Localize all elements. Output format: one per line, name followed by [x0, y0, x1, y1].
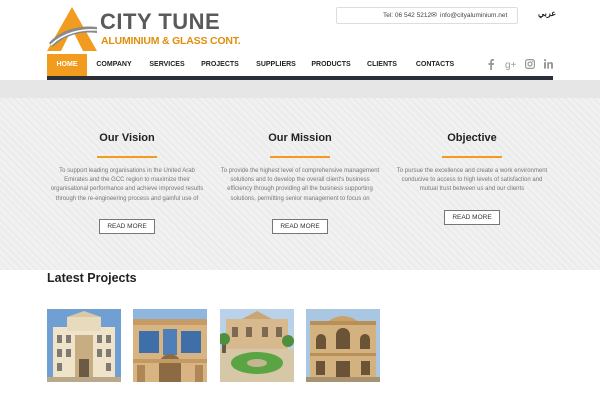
project-thumbnail[interactable]	[306, 309, 380, 382]
mission-column: Our Mission To provide the highest level…	[220, 132, 380, 234]
brand-name: CITY TUNE	[100, 9, 221, 34]
mission-title: Our Mission	[268, 132, 332, 144]
project-thumbnail[interactable]	[47, 309, 121, 382]
project-thumbnail[interactable]	[133, 309, 207, 382]
arabic-language-link[interactable]: عربي	[538, 9, 556, 18]
instagram-icon[interactable]	[525, 59, 536, 72]
mission-divider	[270, 156, 330, 158]
objective-column: Objective To pursue the excellence and c…	[392, 132, 552, 225]
facebook-icon[interactable]	[487, 59, 495, 73]
main-nav: HOME COMPANY SERVICES PROJECTS SUPPLIERS…	[47, 54, 553, 80]
vision-read-more-button[interactable]: READ MORE	[99, 218, 155, 234]
envelope-icon: ✉	[431, 12, 437, 19]
latest-projects-title: Latest Projects	[47, 271, 137, 285]
nav-item-services[interactable]: SERVICES	[145, 54, 189, 76]
vision-title: Our Vision	[99, 132, 155, 144]
svg-text:g+: g+	[505, 60, 517, 70]
vision-text: To support leading organisations in the …	[50, 168, 204, 202]
mission-text: To provide the highest level of comprehe…	[220, 168, 380, 202]
nav-item-products[interactable]: PRODUCTS	[308, 54, 354, 76]
objective-read-more-button[interactable]: READ MORE	[444, 209, 500, 225]
project-thumbnail[interactable]	[220, 309, 294, 382]
nav-item-contacts[interactable]: CONTACTS	[410, 54, 460, 76]
contact-email-link[interactable]: info@cityaluminium.net	[440, 12, 507, 19]
objective-divider	[442, 156, 502, 158]
nav-item-home[interactable]: HOME	[47, 54, 87, 76]
mission-read-more-button[interactable]: READ MORE	[272, 218, 328, 234]
brand-logo[interactable]: CITY TUNE ALUMINIUM & GLASS CONT.	[47, 7, 241, 51]
nav-item-clients[interactable]: CLIENTS	[362, 54, 402, 76]
objective-title: Objective	[447, 132, 497, 144]
nav-item-suppliers[interactable]: SUPPLIERS	[252, 54, 300, 76]
objective-text: To pursue the excellence and create a wo…	[396, 168, 548, 193]
vision-column: Our Vision To support leading organisati…	[47, 132, 207, 234]
google-plus-icon[interactable]: g+	[505, 59, 517, 73]
nav-item-company[interactable]: COMPANY	[91, 54, 137, 76]
contact-phone: Tel: 06 542 5212	[383, 12, 432, 19]
contact-box: Tel: 06 542 5212 ✉ info@cityaluminium.ne…	[336, 7, 518, 24]
logo-mark-icon	[47, 7, 97, 51]
nav-underline-bar	[47, 76, 553, 80]
vision-divider	[97, 156, 157, 158]
brand-tagline: ALUMINIUM & GLASS CONT.	[101, 35, 241, 47]
linkedin-icon[interactable]	[543, 59, 553, 72]
band-top-strip	[0, 80, 600, 98]
nav-item-projects[interactable]: PROJECTS	[197, 54, 243, 76]
